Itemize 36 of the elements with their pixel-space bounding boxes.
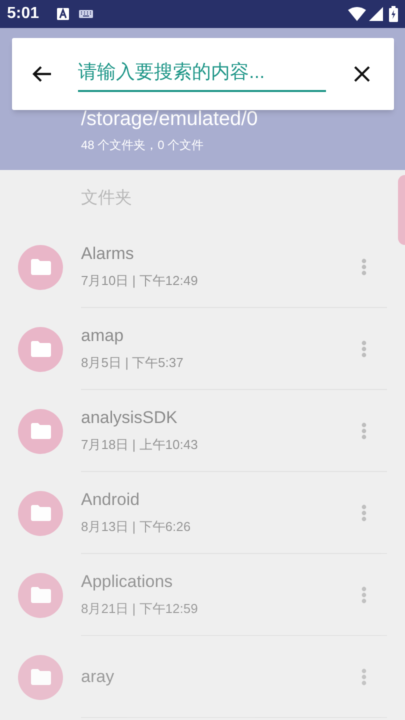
folder-icon: [18, 326, 63, 372]
folder-icon: [18, 490, 63, 536]
scrollbar: [398, 175, 405, 245]
more-vertical-icon: [361, 668, 367, 686]
folder-date: 8月5日 | 下午5:37: [81, 354, 184, 372]
signal-icon: [369, 7, 383, 21]
more-vertical-icon: [361, 258, 367, 276]
folder-date: 8月21日 | 下午12:59: [81, 600, 199, 618]
close-icon: [354, 66, 370, 82]
battery-icon: [389, 6, 398, 22]
keyboard-icon: [79, 9, 94, 19]
more-vertical-icon: [361, 504, 367, 522]
more-vertical-icon: [361, 586, 367, 604]
folder-date: 8月13日 | 下午6:26: [81, 518, 192, 536]
more-vertical-icon: [361, 340, 367, 358]
folder-icon: [18, 408, 63, 454]
folder-date: 7月18日 | 上午10:43: [81, 436, 199, 454]
app-notification-icon: [57, 8, 70, 20]
folder-name: amap: [81, 325, 125, 348]
back-arrow-icon: [32, 65, 52, 83]
folder-date: 7月10日 | 下午12:49: [81, 272, 199, 290]
folder-name: Applications: [81, 571, 174, 594]
folder-icon: [18, 654, 63, 700]
folder-name: Alarms: [81, 243, 135, 266]
path-text: /storage/emulated/0: [81, 107, 259, 131]
folder-icon: [18, 572, 63, 618]
more-vertical-icon: [361, 422, 367, 440]
folder-name: aray: [81, 666, 116, 688]
search-field[interactable]: 请输入要搜索的内容...: [78, 56, 326, 92]
status-time: 5:01: [7, 4, 40, 24]
folder-name: Android: [81, 489, 141, 512]
folder-count-text: 48 个文件夹，0 个文件: [81, 137, 205, 154]
wifi-icon: [348, 7, 366, 21]
folder-name: analysisSDK: [81, 407, 178, 430]
folder-icon: [18, 244, 63, 290]
search-bar[interactable]: 请输入要搜索的内容...: [12, 38, 394, 110]
